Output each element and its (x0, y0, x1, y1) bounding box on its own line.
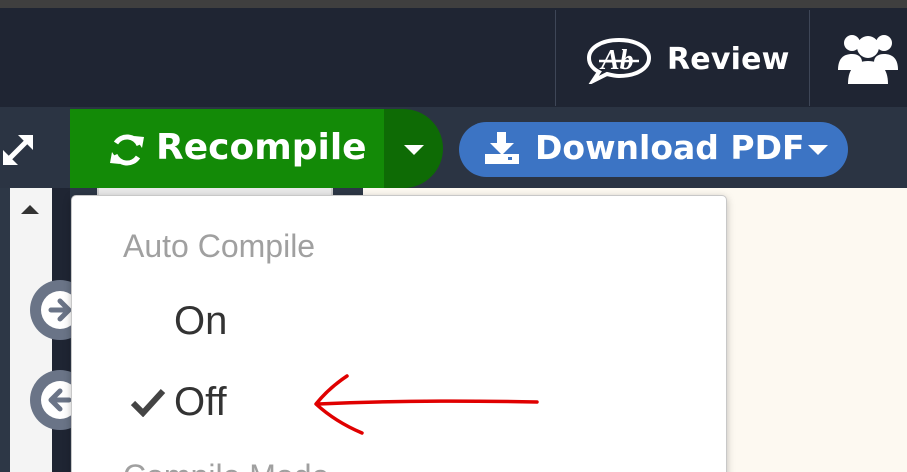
review-button[interactable]: Ab Review (585, 33, 790, 85)
chevron-down-icon (404, 145, 424, 155)
annotation-arrow (314, 374, 539, 435)
recompile-button[interactable]: Recompile (70, 109, 384, 188)
auto-compile-off-option[interactable]: Off (174, 380, 227, 425)
expand-arrows-icon[interactable] (0, 132, 36, 168)
auto-compile-on-option[interactable]: On (174, 299, 227, 344)
review-label: Review (667, 41, 790, 77)
checkmark-icon (130, 388, 166, 417)
download-icon (485, 132, 519, 164)
download-pdf-button[interactable]: Download PDF (459, 122, 848, 177)
recompile-label: Recompile (156, 127, 367, 168)
top-strip (0, 0, 907, 8)
compile-mode-header: Compile Mode (123, 458, 329, 472)
header-separator (555, 10, 556, 106)
review-ab-icon: Ab (586, 37, 652, 84)
auto-compile-header: Auto Compile (123, 228, 316, 264)
users-icon[interactable] (838, 30, 898, 84)
chevron-down-icon[interactable] (808, 145, 828, 155)
header-separator (809, 10, 810, 106)
download-pdf-label: Download PDF (535, 128, 805, 167)
refresh-icon (110, 134, 144, 166)
scroll-up-arrow[interactable] (21, 205, 39, 214)
